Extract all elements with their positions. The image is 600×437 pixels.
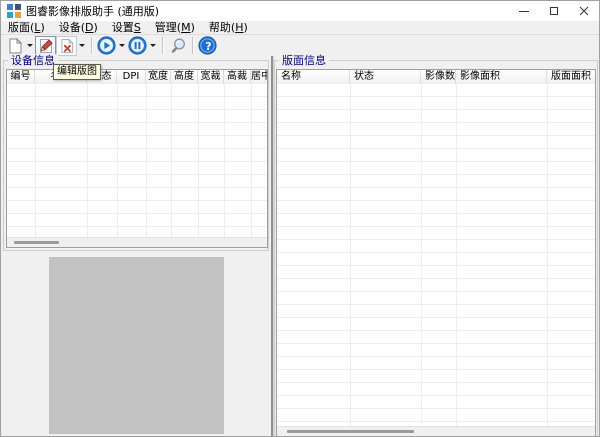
preview-area bbox=[1, 253, 271, 437]
device-table-header: 编号名称状态DPI宽度高度宽裁高裁居中 bbox=[7, 70, 267, 85]
device-hscrollbar-thumb[interactable] bbox=[14, 241, 59, 244]
device-column-header-7[interactable]: 高裁 bbox=[224, 70, 251, 84]
layout-groupbox: 版面信息 名称状态影像数影像面积版面面积 bbox=[274, 60, 598, 437]
column-gridline bbox=[87, 84, 88, 237]
layout-group-title: 版面信息 bbox=[279, 54, 329, 67]
menu-item-manage[interactable]: 管理(M) bbox=[148, 21, 202, 34]
device-column-header-5[interactable]: 高度 bbox=[171, 70, 198, 84]
menu-item-device[interactable]: 设备(D) bbox=[52, 21, 105, 34]
new-layout-dropdown[interactable] bbox=[25, 36, 35, 56]
device-column-header-6[interactable]: 宽裁 bbox=[198, 70, 224, 84]
layout-hscrollbar-thumb[interactable] bbox=[287, 430, 414, 433]
magnifier-icon bbox=[169, 37, 187, 55]
device-column-header-8[interactable]: 居中 bbox=[251, 70, 268, 84]
chevron-down-icon bbox=[119, 44, 125, 47]
pause-dropdown[interactable] bbox=[148, 36, 158, 56]
chevron-down-icon bbox=[27, 44, 33, 47]
help-icon bbox=[198, 36, 217, 55]
column-gridline bbox=[456, 84, 457, 426]
layout-column-header-4[interactable]: 版面面积 bbox=[547, 70, 596, 84]
close-icon bbox=[579, 6, 589, 16]
main-area: 设备信息 编号名称状态DPI宽度高度宽裁高裁居中 版面信息 名称状态影像数影像面 bbox=[1, 56, 599, 436]
column-gridline bbox=[171, 84, 172, 237]
layout-table-body[interactable] bbox=[277, 84, 595, 426]
pause-icon bbox=[128, 36, 147, 55]
layout-column-header-3[interactable]: 影像面积 bbox=[456, 70, 547, 84]
menu-item-layout[interactable]: 版面(L) bbox=[1, 21, 52, 34]
layout-column-header-2[interactable]: 影像数 bbox=[421, 70, 456, 84]
toolbar-separator bbox=[91, 37, 92, 54]
device-group-title: 设备信息 bbox=[8, 54, 58, 67]
toolbar-separator bbox=[162, 37, 163, 54]
play-icon bbox=[97, 36, 116, 55]
window-controls bbox=[509, 1, 599, 21]
menu-item-help[interactable]: 帮助(H) bbox=[202, 21, 255, 34]
delete-layout-button[interactable] bbox=[56, 36, 77, 56]
toolbar-separator bbox=[192, 37, 193, 54]
column-gridline bbox=[35, 84, 36, 237]
layout-table: 名称状态影像数影像面积版面面积 bbox=[276, 69, 596, 437]
chevron-down-icon bbox=[150, 44, 156, 47]
minimize-icon bbox=[519, 11, 529, 12]
start-dropdown[interactable] bbox=[117, 36, 127, 56]
menu-item-settings[interactable]: 设置S bbox=[105, 21, 148, 34]
delete-icon bbox=[59, 38, 75, 54]
maximize-icon bbox=[550, 7, 558, 15]
layout-column-header-0[interactable]: 名称 bbox=[277, 70, 350, 84]
maximize-button[interactable] bbox=[539, 1, 569, 21]
device-table: 编号名称状态DPI宽度高度宽裁高裁居中 bbox=[6, 69, 268, 248]
close-button[interactable] bbox=[569, 1, 599, 21]
edit-pencil-icon bbox=[38, 38, 54, 54]
device-table-hscrollbar[interactable] bbox=[7, 237, 267, 247]
chevron-down-icon bbox=[79, 44, 85, 47]
device-table-body[interactable] bbox=[7, 84, 267, 237]
edit-button-tooltip: 编辑版图 bbox=[53, 64, 101, 80]
layout-table-header: 名称状态影像数影像面积版面面积 bbox=[277, 70, 595, 85]
column-gridline bbox=[146, 84, 147, 237]
edit-layout-button[interactable] bbox=[35, 36, 56, 56]
search-button[interactable] bbox=[167, 36, 188, 56]
preview-placeholder bbox=[49, 257, 224, 434]
help-button[interactable]: ? bbox=[197, 36, 218, 56]
device-column-header-4[interactable]: 宽度 bbox=[146, 70, 171, 84]
device-column-header-0[interactable]: 编号 bbox=[7, 70, 35, 84]
menubar: 版面(L)设备(D)设置S管理(M)帮助(H) bbox=[1, 21, 599, 35]
device-groupbox: 设备信息 编号名称状态DPI宽度高度宽裁高裁居中 bbox=[3, 60, 269, 251]
column-gridline bbox=[198, 84, 199, 237]
column-gridline bbox=[547, 84, 548, 426]
device-panel: 设备信息 编号名称状态DPI宽度高度宽裁高裁居中 bbox=[1, 56, 271, 437]
titlebar: 图睿影像排版助手 (通用版) bbox=[1, 1, 599, 21]
column-gridline bbox=[421, 84, 422, 426]
layout-panel: 版面信息 名称状态影像数影像面积版面面积 bbox=[274, 56, 599, 437]
toolbar: ? bbox=[1, 35, 599, 56]
device-column-header-3[interactable]: DPI bbox=[117, 70, 146, 84]
column-gridline bbox=[224, 84, 225, 237]
minimize-button[interactable] bbox=[509, 1, 539, 21]
layout-column-header-1[interactable]: 状态 bbox=[350, 70, 421, 84]
column-gridline bbox=[117, 84, 118, 237]
layout-table-hscrollbar[interactable] bbox=[277, 426, 595, 436]
app-icon bbox=[7, 4, 21, 18]
column-gridline bbox=[350, 84, 351, 426]
new-layout-button[interactable] bbox=[4, 36, 25, 56]
app-window: 图睿影像排版助手 (通用版) 版面(L)设备(D)设置S管理(M)帮助(H) bbox=[0, 0, 600, 437]
delete-layout-dropdown[interactable] bbox=[77, 36, 87, 56]
column-gridline bbox=[251, 84, 252, 237]
start-button[interactable] bbox=[96, 36, 117, 56]
pause-button[interactable] bbox=[127, 36, 148, 56]
window-title: 图睿影像排版助手 (通用版) bbox=[26, 3, 159, 19]
new-document-icon bbox=[7, 38, 23, 54]
